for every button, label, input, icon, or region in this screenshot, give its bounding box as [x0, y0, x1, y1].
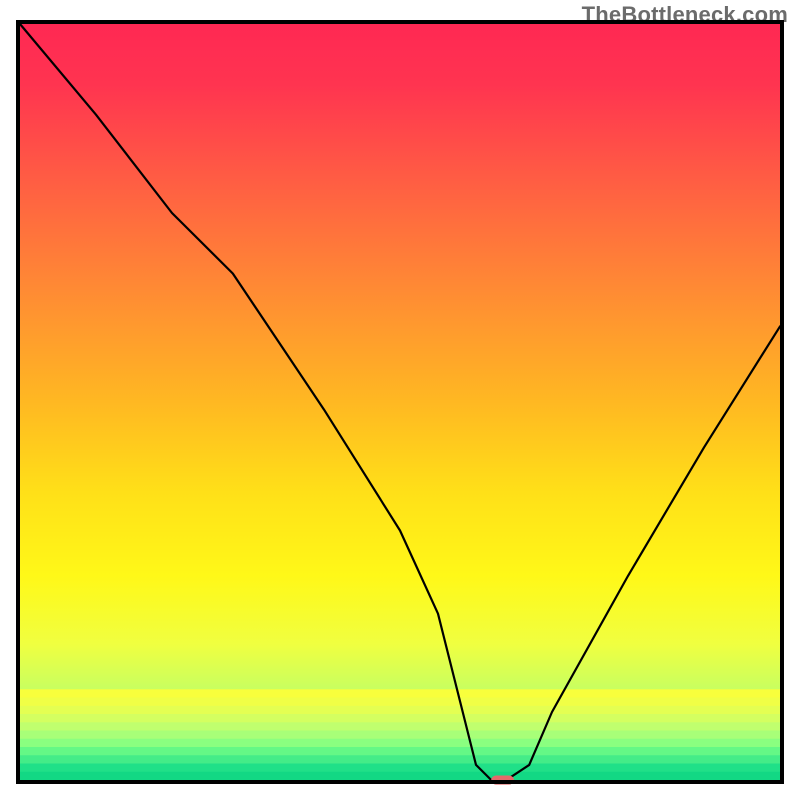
band-stripe [20, 764, 780, 773]
plot-area [18, 22, 782, 785]
band-stripe [20, 747, 780, 756]
bottleneck-chart [0, 0, 800, 800]
band-stripe [20, 755, 780, 764]
band-stripe [20, 731, 780, 740]
band-stripe [20, 772, 780, 781]
gradient-background [20, 24, 780, 780]
bottom-color-bands [20, 689, 780, 780]
band-stripe [20, 714, 780, 723]
band-stripe [20, 739, 780, 748]
chart-container: TheBottleneck.com [0, 0, 800, 800]
band-stripe [20, 698, 780, 707]
band-stripe [20, 689, 780, 698]
band-stripe [20, 722, 780, 731]
band-stripe [20, 706, 780, 715]
